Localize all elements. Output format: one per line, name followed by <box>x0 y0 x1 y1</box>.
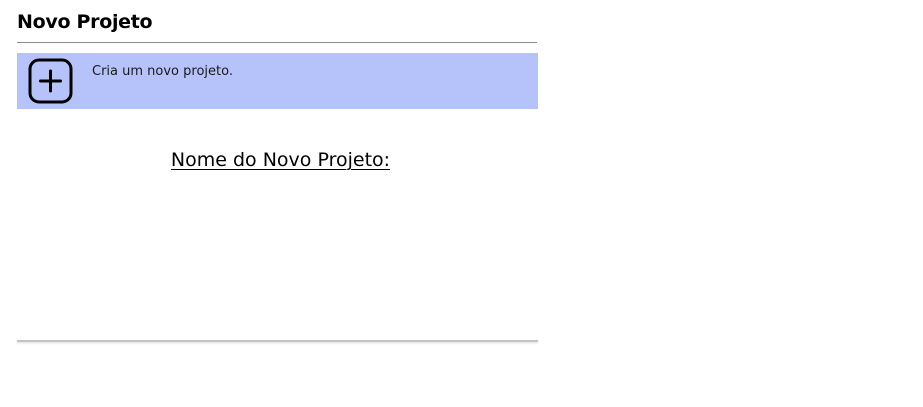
bottom-divider <box>17 340 538 342</box>
title-divider <box>17 42 537 43</box>
plus-square-icon[interactable] <box>28 58 73 104</box>
new-project-dialog: Novo Projeto Cria um novo projeto. Nome … <box>17 0 538 345</box>
project-name-label-text: Nome do Novo Projeto: <box>170 149 391 171</box>
dialog-title: Novo Projeto <box>17 11 153 33</box>
project-name-label: Nome do Novo Projeto: <box>17 148 544 172</box>
new-project-banner: Cria um novo projeto. <box>17 53 538 109</box>
banner-description: Cria um novo projeto. <box>92 64 233 79</box>
